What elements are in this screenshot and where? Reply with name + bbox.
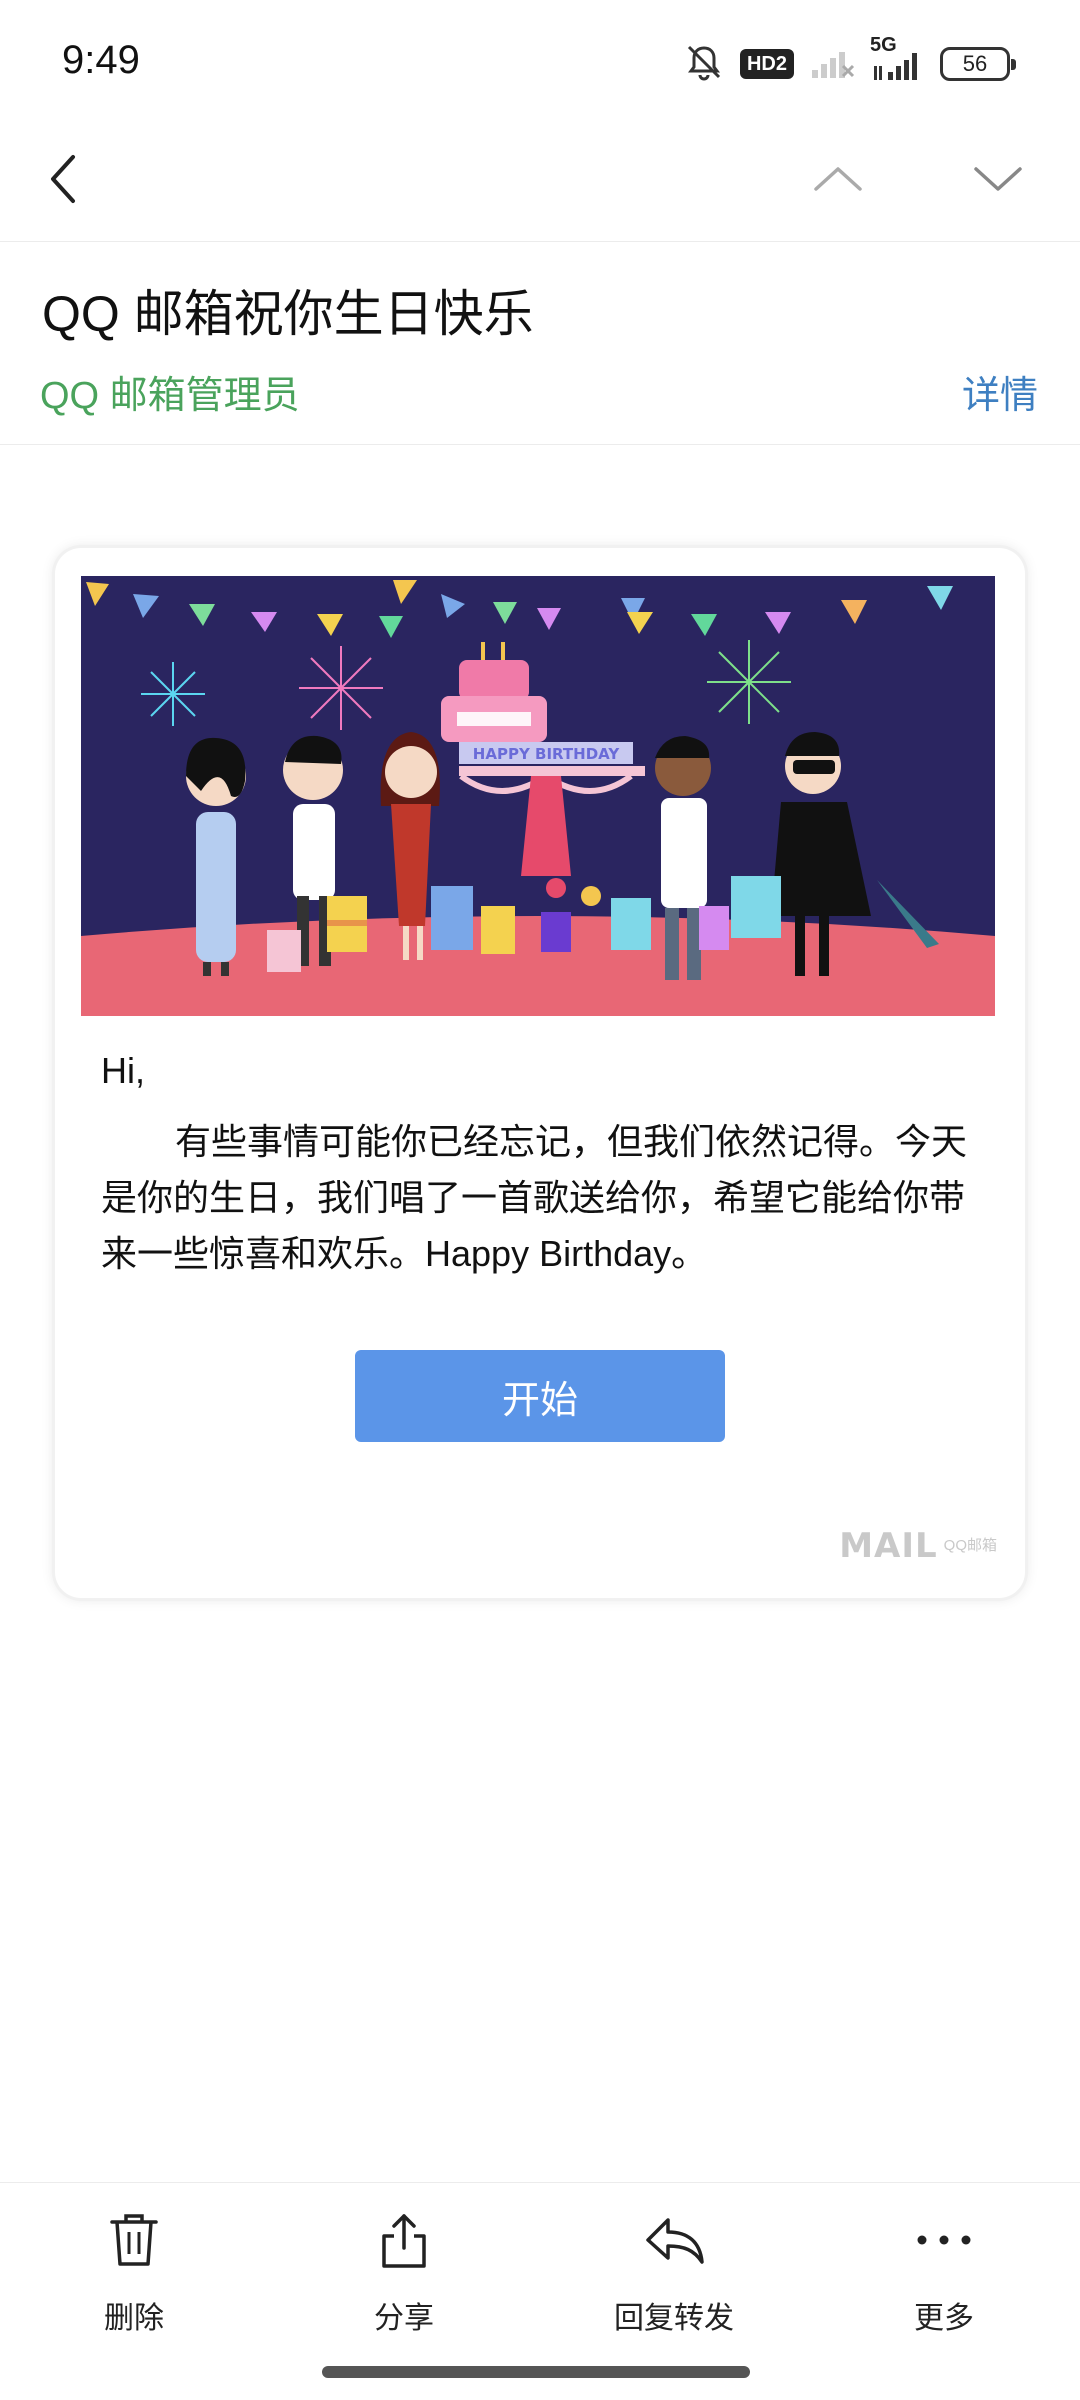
more-label: 更多 (914, 2302, 974, 2335)
signal-5g-icon: 5G (870, 34, 924, 82)
next-mail-button[interactable] (963, 144, 1033, 214)
start-button[interactable]: 开始 (355, 1350, 725, 1442)
birthday-card: HAPPY BIRTHDAY Hi, 有些事情可能你已经忘记，但我们依然记得。今… (55, 548, 1025, 1598)
chevron-down-icon (974, 167, 1022, 191)
share-button[interactable]: 分享 (314, 2207, 494, 2357)
reply-forward-button[interactable]: 回复转发 (584, 2207, 764, 2357)
delete-button[interactable]: 删除 (44, 2207, 224, 2357)
delete-label: 删除 (104, 2302, 164, 2335)
status-bar: 9:49 HD2 5G 56 (0, 0, 1080, 120)
signal-weak-icon (810, 44, 856, 85)
mail-logo-word: MAIL (839, 1526, 938, 1566)
more-button[interactable]: 更多 (854, 2207, 1034, 2357)
status-icons: HD2 5G 56 (684, 34, 1016, 87)
nav-bar (0, 120, 1080, 242)
mail-subject: QQ 邮箱祝你生日快乐 (42, 286, 534, 342)
home-indicator[interactable] (322, 2366, 750, 2378)
share-label: 分享 (374, 2302, 434, 2335)
banner-text: HAPPY BIRTHDAY (473, 745, 621, 763)
share-icon (371, 2207, 437, 2273)
more-icon (911, 2207, 977, 2273)
mail-logo-sub: QQ邮箱 (943, 1537, 997, 1554)
qq-mail-logo: MAIL QQ邮箱 (839, 1526, 997, 1566)
chevron-left-icon (51, 155, 75, 203)
greeting-text: Hi, (101, 1050, 145, 1091)
details-link[interactable]: 详情 (962, 364, 1038, 419)
battery-icon: 56 (940, 47, 1016, 81)
header-divider (0, 444, 1080, 445)
bell-mute-icon (684, 42, 724, 87)
sender-name[interactable]: QQ 邮箱管理员 (40, 364, 300, 419)
back-button[interactable] (28, 144, 98, 214)
reply-forward-label: 回复转发 (614, 2302, 734, 2335)
status-time: 9:49 (62, 38, 140, 82)
chevron-up-icon (814, 167, 862, 191)
reply-icon (641, 2207, 707, 2273)
message-body: 有些事情可能你已经忘记，但我们依然记得。今天是你的生日，我们唱了一首歌送给你，希… (101, 1121, 968, 1274)
hd-badge: HD2 (739, 49, 794, 79)
previous-mail-button[interactable] (803, 144, 873, 214)
birthday-banner-image: HAPPY BIRTHDAY (81, 576, 995, 1016)
battery-level: 56 (962, 51, 988, 76)
trash-icon (101, 2207, 167, 2273)
